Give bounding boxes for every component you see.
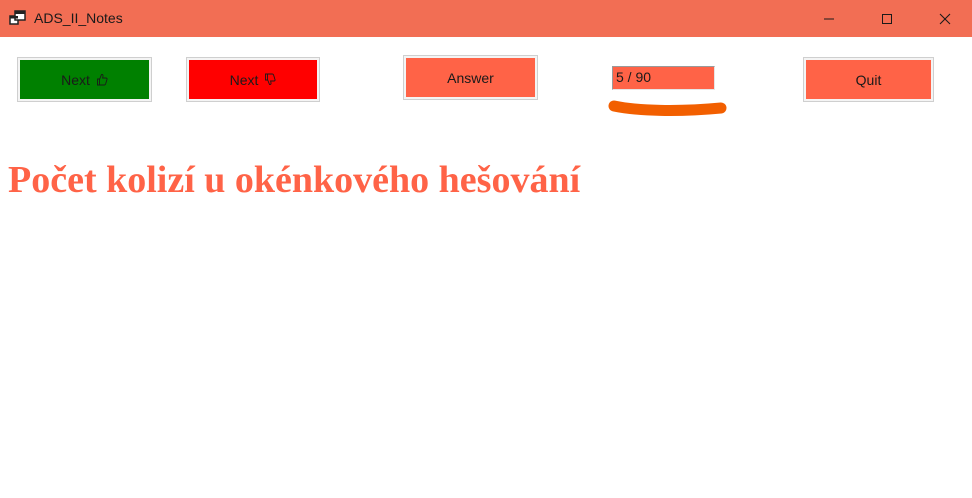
next-wrong-label: Next	[229, 71, 259, 88]
minimize-icon	[824, 18, 834, 19]
answer-label: Answer	[447, 69, 494, 86]
app-window-icon	[9, 9, 27, 27]
question-text: Počet kolizí u okénkového hešování	[8, 159, 581, 201]
next-correct-button[interactable]: Next	[17, 57, 152, 102]
question-counter-field[interactable]: 5 / 90	[612, 66, 715, 90]
thumbs-down-icon	[264, 73, 276, 86]
underline-annotation	[608, 100, 727, 116]
next-correct-label: Next	[61, 71, 90, 88]
maximize-icon	[882, 13, 892, 24]
maximize-button[interactable]	[864, 0, 910, 37]
next-wrong-button[interactable]: Next	[186, 57, 320, 102]
answer-button[interactable]: Answer	[403, 55, 538, 100]
title-bar: ADS_II_Notes	[0, 0, 972, 37]
quit-label: Quit	[855, 71, 882, 88]
minimize-button[interactable]	[806, 0, 852, 37]
close-icon	[939, 13, 951, 24]
thumbs-up-icon	[96, 73, 108, 86]
close-button[interactable]	[922, 0, 968, 37]
quit-button[interactable]: Quit	[803, 57, 934, 102]
app-window: ADS_II_Notes Next Next Answer 5 / 90 Qui…	[0, 0, 972, 498]
window-title: ADS_II_Notes	[34, 10, 123, 26]
